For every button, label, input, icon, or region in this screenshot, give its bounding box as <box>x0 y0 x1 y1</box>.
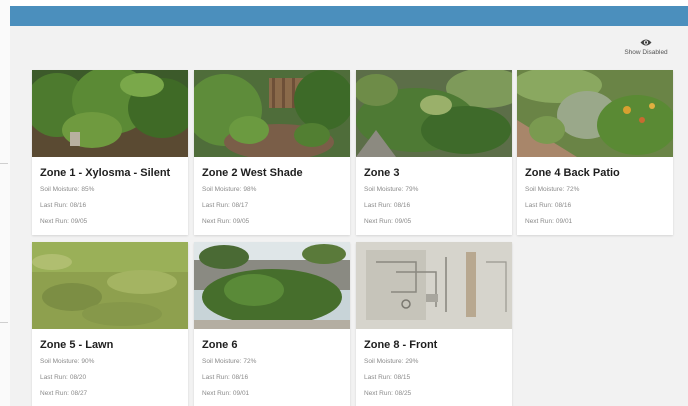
zone-2-photo <box>194 70 350 157</box>
zone-title: Zone 8 - Front <box>364 339 438 351</box>
next-run: Next Run: 08/27 <box>40 390 88 397</box>
zone-card-2[interactable]: Zone 2 West Shade Soil Moisture: 98% Last… <box>194 70 350 235</box>
soil-moisture: Soil Moisture: 90% <box>40 358 95 365</box>
zone-card-6[interactable]: Zone 6 Soil Moisture: 72% Last Run: 08/16 … <box>194 242 350 406</box>
next-run: Next Run: 09/05 <box>364 218 412 225</box>
left-edge <box>0 0 10 406</box>
app-header-bar <box>10 6 688 26</box>
zone-title: Zone 2 West Shade <box>202 167 303 179</box>
zone-card-3[interactable]: Zone 3 Soil Moisture: 79% Last Run: 08/16 … <box>356 70 512 235</box>
zone-5-photo <box>32 242 188 329</box>
soil-moisture: Soil Moisture: 29% <box>364 358 419 365</box>
soil-moisture: Soil Moisture: 72% <box>525 186 580 193</box>
next-run: Next Run: 09/01 <box>525 218 573 225</box>
zone-card-1[interactable]: Zone 1 - Xylosma - Silent Soil Moisture:… <box>32 70 188 235</box>
left-edge-mark <box>0 163 8 164</box>
zone-card-8[interactable]: Zone 8 - Front Soil Moisture: 29% Last Ru… <box>356 242 512 406</box>
soil-moisture: Soil Moisture: 79% <box>364 186 419 193</box>
zone-title: Zone 6 <box>202 339 238 351</box>
next-run: Next Run: 09/01 <box>202 390 250 397</box>
zone-card-4[interactable]: Zone 4 Back Patio Soil Moisture: 72% Last… <box>517 70 673 235</box>
zone-1-photo <box>32 70 188 157</box>
show-disabled-toggle[interactable]: Show Disabled <box>616 38 676 56</box>
zone-8-photo <box>356 242 512 329</box>
last-run: Last Run: 08/20 <box>40 374 87 381</box>
zone-card-5[interactable]: Zone 5 - Lawn Soil Moisture: 90% Last Run… <box>32 242 188 406</box>
next-run: Next Run: 08/25 <box>364 390 412 397</box>
zone-title: Zone 5 - Lawn <box>40 339 114 351</box>
last-run: Last Run: 08/16 <box>525 202 572 209</box>
zone-title: Zone 1 - Xylosma - Silent <box>40 167 171 179</box>
soil-moisture: Soil Moisture: 98% <box>202 186 257 193</box>
next-run: Next Run: 09/05 <box>40 218 88 225</box>
next-run: Next Run: 09/05 <box>202 218 250 225</box>
eye-icon <box>640 39 652 46</box>
zone-6-photo <box>194 242 350 329</box>
zone-4-photo <box>517 70 673 157</box>
soil-moisture: Soil Moisture: 72% <box>202 358 257 365</box>
show-disabled-label: Show Disabled <box>624 49 668 56</box>
last-run: Last Run: 08/16 <box>40 202 87 209</box>
zone-3-photo <box>356 70 512 157</box>
soil-moisture: Soil Moisture: 85% <box>40 186 95 193</box>
zone-title: Zone 4 Back Patio <box>525 167 620 179</box>
last-run: Last Run: 08/17 <box>202 202 249 209</box>
left-edge-mark <box>0 322 8 323</box>
last-run: Last Run: 08/16 <box>364 202 411 209</box>
last-run: Last Run: 08/16 <box>202 374 249 381</box>
zone-title: Zone 3 <box>364 167 400 179</box>
last-run: Last Run: 08/15 <box>364 374 411 381</box>
